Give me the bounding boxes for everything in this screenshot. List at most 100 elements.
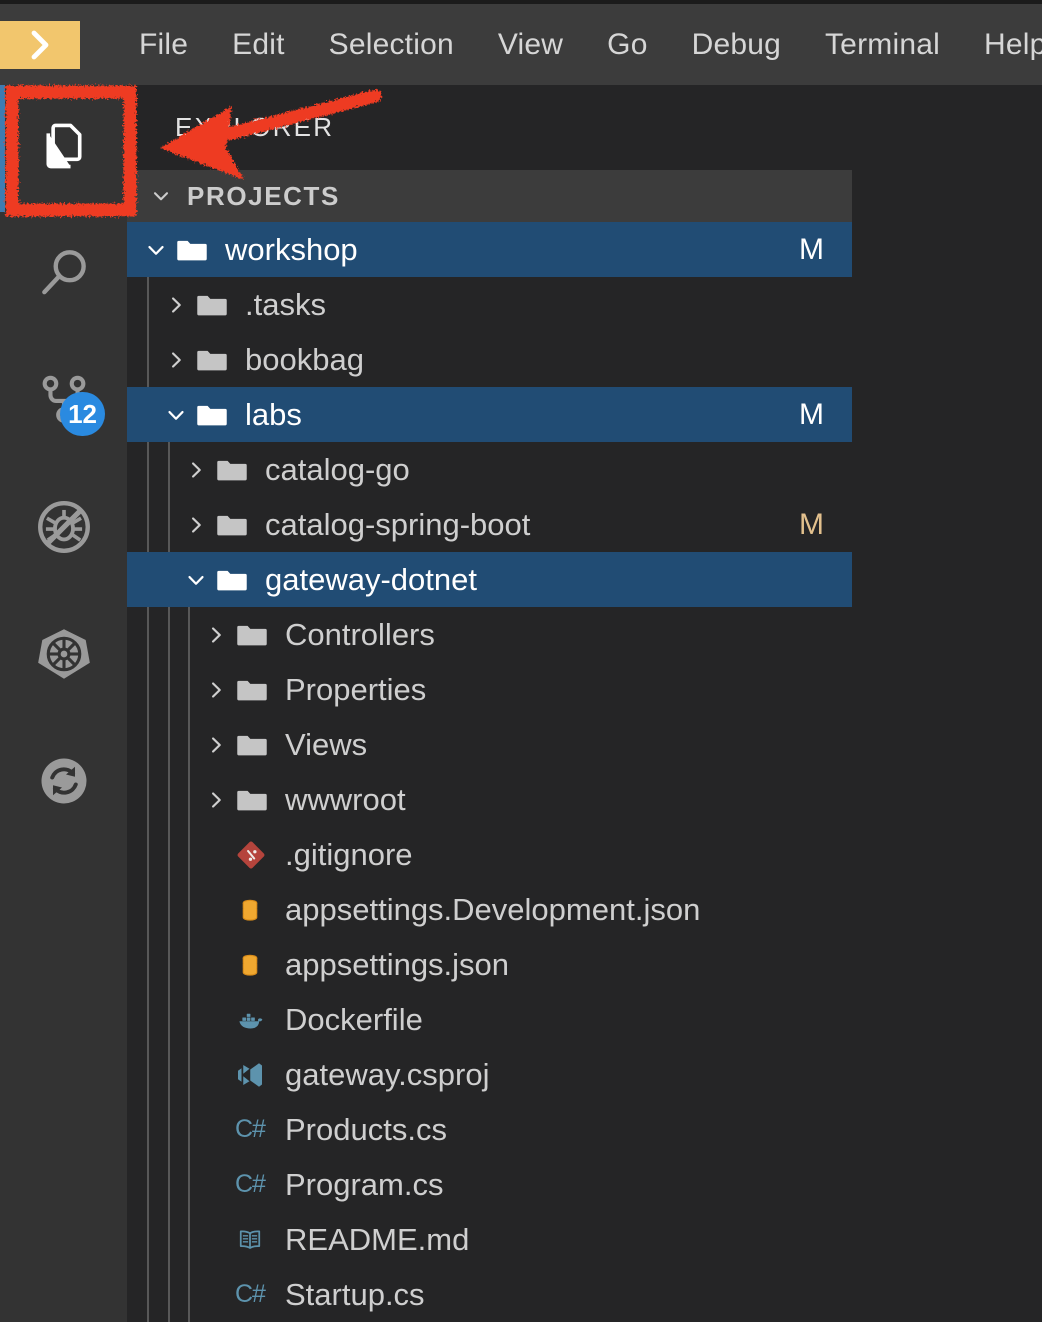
folder-icon [195,343,241,377]
tree-folder-row[interactable]: labs M [127,387,852,442]
tree-item-label: bookbag [245,341,364,377]
tree-item-label: labs [245,396,302,432]
tree-item-label: workshop [225,231,358,267]
csharp-icon: C# [235,1280,266,1308]
section-header-projects[interactable]: PROJECTS [127,170,852,222]
chevron-right-icon[interactable] [177,457,215,483]
git-modified-badge: M [799,232,824,266]
menu-items: File Edit Selection View Go Debug Termin… [117,28,1042,62]
tree-item-label: .gitignore [285,836,413,872]
vscode-window: File Edit Selection View Go Debug Termin… [0,0,1042,1322]
menu-item-view[interactable]: View [476,28,585,62]
git-icon [235,839,281,871]
chevron-down-icon[interactable] [157,402,195,428]
tree-item-label: Properties [285,671,427,707]
docker-icon [235,1003,281,1037]
tree-file-row[interactable]: appsettings.Development.json [127,882,852,937]
tree-folder-row[interactable]: Views [127,717,852,772]
menu-item-go[interactable]: Go [585,28,669,62]
section-header-label: PROJECTS [187,180,340,211]
tree-file-row[interactable]: README.md [127,1212,852,1267]
tree-item-label: gateway-dotnet [265,561,477,597]
menu-item-file[interactable]: File [117,28,210,62]
activity-item-search[interactable] [0,212,127,339]
chevron-right-icon[interactable] [177,512,215,538]
menu-item-edit[interactable]: Edit [210,28,307,62]
activity-item-sync[interactable] [0,720,127,847]
tree-folder-row[interactable]: .tasks [127,277,852,332]
source-control-badge: 12 [60,392,105,436]
activity-item-explorer[interactable] [0,85,127,212]
explorer-sidebar: EXPLORER PROJECTS workshop M .tasks bookbag… [127,85,852,1322]
chevron-right-icon[interactable] [197,677,235,703]
tree-item-label: Views [285,726,368,762]
tree-item-label: Products.cs [285,1111,447,1147]
tree-item-label: appsettings.Development.json [285,891,701,927]
tree-item-label: gateway.csproj [285,1056,490,1092]
chevron-right-icon[interactable] [157,292,195,318]
tree-file-row[interactable]: gateway.csproj [127,1047,852,1102]
tree-item-label: Controllers [285,616,435,652]
menu-item-debug[interactable]: Debug [670,28,803,62]
tree-folder-row[interactable]: bookbag [127,332,852,387]
tree-folder-row[interactable]: Properties [127,662,852,717]
csharp-icon: C# [235,1115,266,1143]
chevron-down-icon [149,184,173,208]
tree-folder-row[interactable]: workshop M [127,222,852,277]
sync-refresh-icon [34,751,94,816]
tree-item-label: catalog-spring-boot [265,506,531,542]
tree-folder-row[interactable]: catalog-go [127,442,852,497]
folder-icon [235,673,281,707]
json-icon [235,950,281,980]
folder-open-icon [175,233,221,267]
activity-bar: 12 [0,85,127,1322]
tree-item-label: Program.cs [285,1166,444,1202]
menu-item-selection[interactable]: Selection [307,28,476,62]
csharp-icon: C# [235,1170,266,1198]
folder-icon [215,453,261,487]
chevron-down-icon[interactable] [177,567,215,593]
vscode-logo-chevron-right-icon[interactable] [0,20,80,69]
menu-item-help[interactable]: Help [962,28,1042,62]
file-tree: workshop M .tasks bookbag labs Mcatalog-go cat… [127,222,852,1322]
tree-item-label: Dockerfile [285,1001,423,1037]
tree-file-row[interactable]: C# Products.cs [127,1102,852,1157]
activity-item-source-control[interactable]: 12 [0,339,127,466]
tree-file-row[interactable]: appsettings.json [127,937,852,992]
search-icon [33,242,95,309]
markdown-icon [235,1225,281,1255]
tree-item-label: .tasks [245,286,326,322]
folder-open-icon [215,563,261,597]
debug-no-bug-icon [33,496,95,563]
git-modified-badge: M [799,397,824,431]
activity-item-debug[interactable] [0,466,127,593]
activity-item-kubernetes[interactable] [0,593,127,720]
folder-icon [215,508,261,542]
tree-item-label: README.md [285,1221,470,1257]
tree-item-label: wwwroot [285,781,406,817]
tree-folder-row[interactable]: Controllers [127,607,852,662]
tree-file-row[interactable]: Dockerfile [127,992,852,1047]
tree-folder-row[interactable]: catalog-spring-boot M [127,497,852,552]
chevron-right-icon[interactable] [197,732,235,758]
folder-open-icon [195,398,241,432]
folder-icon [235,728,281,762]
sidebar-title: EXPLORER [175,112,335,142]
folder-icon [235,783,281,817]
json-icon [235,895,281,925]
chevron-right-icon[interactable] [197,787,235,813]
menu-bar: File Edit Selection View Go Debug Termin… [0,0,1042,85]
tree-file-row[interactable]: C# Program.cs [127,1157,852,1212]
chevron-right-icon[interactable] [157,347,195,373]
visualstudio-icon [235,1060,281,1090]
chevron-down-icon[interactable] [137,237,175,263]
tree-folder-row[interactable]: wwwroot [127,772,852,827]
menu-item-terminal[interactable]: Terminal [803,28,962,62]
git-modified-badge: M [799,507,824,541]
chevron-right-icon[interactable] [197,622,235,648]
tree-file-row[interactable]: C# Startup.cs [127,1267,852,1322]
tree-folder-row[interactable]: gateway-dotnet [127,552,852,607]
tree-file-row[interactable]: .gitignore [127,827,852,882]
tree-item-label: Startup.cs [285,1276,425,1312]
folder-icon [195,288,241,322]
